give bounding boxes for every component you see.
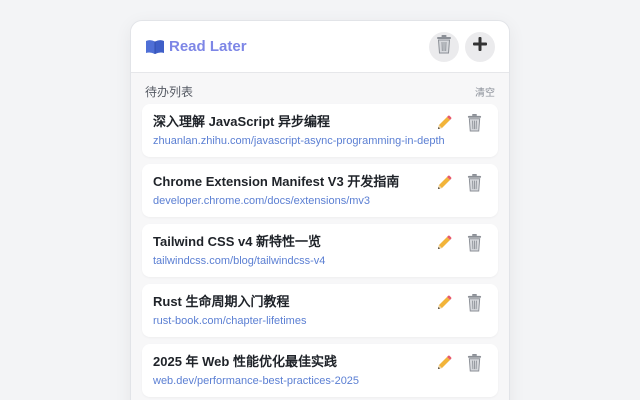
item-url[interactable]: web.dev/performance-best-practices-2025 (153, 375, 486, 388)
clear-link[interactable]: 清空 (475, 84, 495, 99)
popup-header: Read Later (131, 21, 509, 73)
pencil-icon[interactable] (434, 173, 453, 192)
section-bar: 待办列表 清空 (131, 73, 509, 104)
list-item[interactable]: Chrome Extension Manifest V3 开发指南 develo… (142, 164, 498, 217)
read-later-popup: Read Later 待办列表 清空 深入理解 JavaScript 异步编程 … (130, 20, 510, 400)
clear-all-button[interactable] (429, 31, 459, 62)
item-actions (434, 353, 484, 372)
item-title[interactable]: Tailwind CSS v4 新特性一览 (153, 233, 423, 251)
item-actions (434, 293, 484, 312)
trash-icon (435, 34, 453, 59)
title-wrap: Read Later (145, 38, 423, 55)
app-title: Read Later (169, 38, 247, 55)
item-url[interactable]: rust-book.com/chapter-lifetimes (153, 315, 486, 328)
item-title[interactable]: 2025 年 Web 性能优化最佳实践 (153, 353, 423, 371)
item-actions (434, 173, 484, 192)
item-title[interactable]: 深入理解 JavaScript 异步编程 (153, 113, 423, 131)
trash-icon[interactable] (465, 113, 484, 132)
pencil-icon[interactable] (434, 353, 453, 372)
item-url[interactable]: tailwindcss.com/blog/tailwindcss-v4 (153, 255, 486, 268)
list-item[interactable]: Rust 生命周期入门教程 rust-book.com/chapter-life… (142, 284, 498, 337)
list-item[interactable]: 2025 年 Web 性能优化最佳实践 web.dev/performance-… (142, 344, 498, 397)
reading-list: 深入理解 JavaScript 异步编程 zhuanlan.zhihu.com/… (131, 104, 509, 397)
item-actions (434, 233, 484, 252)
trash-icon[interactable] (465, 293, 484, 312)
item-url[interactable]: zhuanlan.zhihu.com/javascript-async-prog… (153, 135, 486, 148)
pencil-icon[interactable] (434, 293, 453, 312)
trash-icon[interactable] (465, 353, 484, 372)
trash-icon[interactable] (465, 173, 484, 192)
section-title: 待办列表 (145, 85, 194, 99)
book-icon (145, 39, 165, 55)
item-actions (434, 113, 484, 132)
item-title[interactable]: Rust 生命周期入门教程 (153, 293, 423, 311)
plus-icon (472, 36, 488, 57)
item-url[interactable]: developer.chrome.com/docs/extensions/mv3 (153, 195, 486, 208)
list-item[interactable]: 深入理解 JavaScript 异步编程 zhuanlan.zhihu.com/… (142, 104, 498, 157)
pencil-icon[interactable] (434, 113, 453, 132)
add-button[interactable] (465, 31, 495, 62)
item-title[interactable]: Chrome Extension Manifest V3 开发指南 (153, 173, 423, 191)
list-item[interactable]: Tailwind CSS v4 新特性一览 tailwindcss.com/bl… (142, 224, 498, 277)
trash-icon[interactable] (465, 233, 484, 252)
pencil-icon[interactable] (434, 233, 453, 252)
